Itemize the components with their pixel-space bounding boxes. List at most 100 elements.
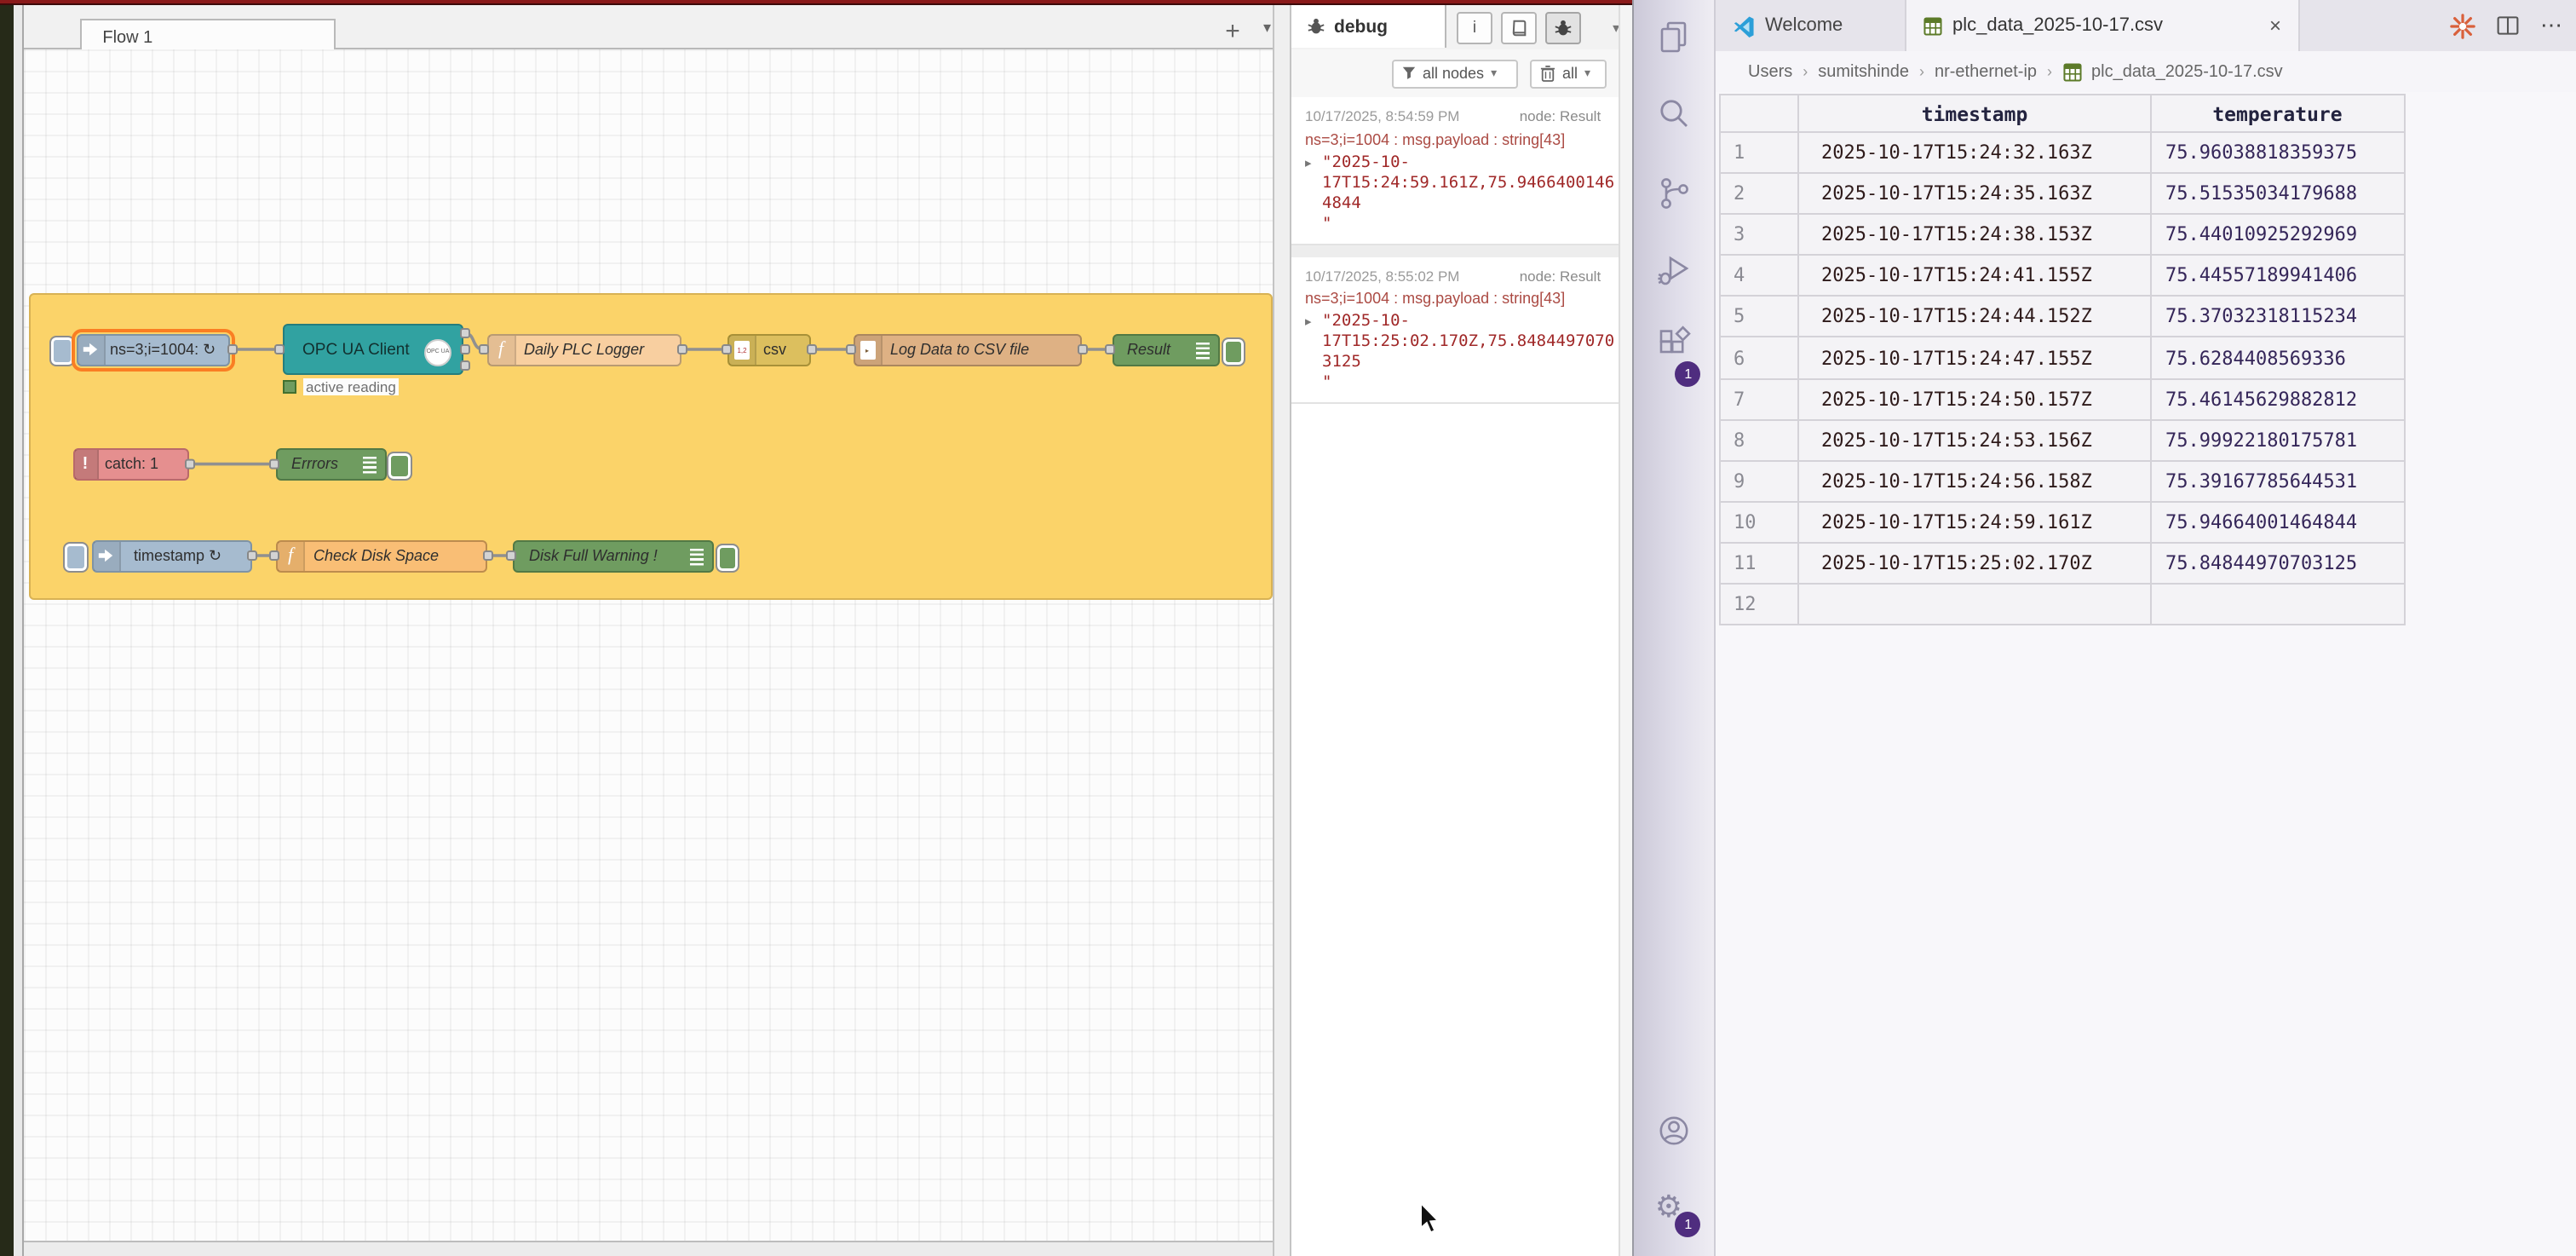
cell-timestamp[interactable]: 2025-10-17T15:24:44.152Z xyxy=(1799,297,2152,338)
filter-nodes-button[interactable]: all nodes ▾ xyxy=(1392,59,1518,88)
exclamation-icon: ! xyxy=(74,450,98,479)
breadcrumb-item[interactable]: nr-ethernet-ip xyxy=(1935,62,2037,81)
node-catch[interactable]: ! catch: 1 xyxy=(72,448,188,481)
cell-temperature[interactable]: 75.39167785644531 xyxy=(2152,462,2405,503)
cell-timestamp[interactable]: 2025-10-17T15:24:38.153Z xyxy=(1799,215,2152,256)
source-control-icon[interactable] xyxy=(1657,176,1693,211)
node-label: Log Data to CSV file xyxy=(890,335,1029,364)
cell-temperature[interactable]: 75.37032318115234 xyxy=(2152,297,2405,338)
debug-toolbar: all nodes ▾ all ▾ xyxy=(1291,49,1631,99)
add-flow-button[interactable]: + xyxy=(1216,15,1250,49)
flow-list-chevron-icon[interactable]: ▾ xyxy=(1263,19,1271,37)
row-number[interactable]: 2 xyxy=(1718,174,1799,215)
header-temperature[interactable]: temperature xyxy=(2152,94,2405,133)
cell-temperature[interactable]: 75.96038818359375 xyxy=(2152,133,2405,174)
breadcrumb-file[interactable]: plc_data_2025-10-17.csv xyxy=(2091,62,2283,81)
docs-button[interactable] xyxy=(1501,11,1537,43)
row-number[interactable]: 7 xyxy=(1718,379,1799,420)
row-number[interactable]: 3 xyxy=(1718,215,1799,256)
debug-toggle-button[interactable] xyxy=(387,452,411,481)
inject-button[interactable] xyxy=(63,541,89,572)
cell-timestamp[interactable]: 2025-10-17T15:24:35.163Z xyxy=(1799,174,2152,215)
breadcrumb-item[interactable]: sumitshinde xyxy=(1818,62,1909,81)
trash-icon xyxy=(1540,65,1555,82)
inject-button[interactable] xyxy=(49,335,75,366)
cell-temperature[interactable]: 75.44010925292969 xyxy=(2152,215,2405,256)
more-actions-icon[interactable]: ⋯ xyxy=(2540,12,2562,39)
cell-timestamp[interactable]: 2025-10-17T15:24:50.157Z xyxy=(1799,379,2152,420)
table-row: 12 xyxy=(1718,585,2405,625)
debug-toggle-button[interactable] xyxy=(1221,337,1245,366)
cell-temperature[interactable] xyxy=(2152,585,2405,625)
inject-arrow-icon xyxy=(93,541,120,570)
csv-file-icon: 1,2 xyxy=(729,335,756,364)
csv-table-icon xyxy=(2062,62,2081,81)
row-number[interactable]: 6 xyxy=(1718,338,1799,379)
tab-debug[interactable]: debug xyxy=(1291,5,1446,48)
tab-welcome[interactable]: Welcome xyxy=(1716,0,1906,51)
debug-scrollbar[interactable] xyxy=(1619,5,1632,1256)
debug-messages-button[interactable] xyxy=(1545,11,1581,43)
debug-message[interactable]: 10/17/2025, 8:54:59 PM node: Result ns=3… xyxy=(1291,97,1631,245)
node-debug-result[interactable]: Result xyxy=(1112,333,1220,366)
cell-timestamp[interactable]: 2025-10-17T15:24:53.156Z xyxy=(1799,420,2152,461)
cell-temperature[interactable]: 75.46145629882812 xyxy=(2152,379,2405,420)
cell-timestamp[interactable]: 2025-10-17T15:24:41.155Z xyxy=(1799,256,2152,297)
flow-horizontal-scrollbar[interactable] xyxy=(23,1241,1274,1256)
cell-temperature[interactable]: 75.94664001464844 xyxy=(2152,503,2405,544)
expand-caret-icon[interactable]: ▸ xyxy=(1305,154,1312,170)
cell-timestamp[interactable]: 2025-10-17T15:24:56.158Z xyxy=(1799,462,2152,503)
header-timestamp[interactable]: timestamp xyxy=(1799,94,2152,133)
clear-messages-button[interactable]: all ▾ xyxy=(1530,59,1607,88)
node-opcua-client[interactable]: OPC UA Client OPC UA xyxy=(282,324,463,375)
expand-caret-icon[interactable]: ▸ xyxy=(1305,314,1312,329)
tab-csv-file[interactable]: plc_data_2025-10-17.csv × xyxy=(1906,0,2300,51)
debug-message-list[interactable]: 10/17/2025, 8:54:59 PM node: Result ns=3… xyxy=(1291,97,1631,1256)
row-number[interactable]: 9 xyxy=(1718,462,1799,503)
cell-temperature[interactable]: 75.51535034179688 xyxy=(2152,174,2405,215)
row-number[interactable]: 12 xyxy=(1718,585,1799,625)
node-daily-plc-logger[interactable]: f Daily PLC Logger xyxy=(486,333,681,366)
node-log-to-csv-file[interactable]: ▸ Log Data to CSV file xyxy=(853,333,1081,366)
node-inject-timestamp[interactable]: timestamp ↻ xyxy=(91,539,251,572)
cell-temperature[interactable]: 75.44557189941406 xyxy=(2152,256,2405,297)
cell-timestamp[interactable] xyxy=(1799,585,2152,625)
flow-vertical-scrollbar[interactable] xyxy=(1274,5,1291,1256)
account-icon[interactable] xyxy=(1657,1113,1693,1149)
cell-temperature[interactable]: 75.6284408569336 xyxy=(2152,338,2405,379)
cell-temperature[interactable]: 75.84844970703125 xyxy=(2152,544,2405,585)
row-number[interactable]: 10 xyxy=(1718,503,1799,544)
node-csv[interactable]: 1,2 csv xyxy=(727,333,810,366)
debug-message[interactable]: 10/17/2025, 8:55:02 PM node: Result ns=3… xyxy=(1291,245,1631,404)
debug-payload-string[interactable]: "2025-10-17T15:25:02.170Z,75.84844970703… xyxy=(1322,312,1619,394)
debug-payload-string[interactable]: "2025-10-17T15:24:59.161Z,75.94664001464… xyxy=(1322,153,1619,234)
search-icon[interactable] xyxy=(1657,95,1693,131)
run-debug-icon[interactable] xyxy=(1657,252,1693,288)
row-number[interactable]: 1 xyxy=(1718,133,1799,174)
node-inject-opcua[interactable]: ns=3;i=1004: ↻ xyxy=(76,333,230,366)
node-check-disk-space[interactable]: f Check Disk Space xyxy=(276,539,486,572)
row-number[interactable]: 5 xyxy=(1718,297,1799,338)
status-text: active reading xyxy=(302,377,400,395)
row-number[interactable]: 11 xyxy=(1718,544,1799,585)
explorer-icon[interactable] xyxy=(1657,19,1693,55)
breadcrumb-item[interactable]: Users xyxy=(1748,62,1792,81)
flow-canvas[interactable] xyxy=(23,49,1274,1241)
info-button[interactable]: i xyxy=(1457,11,1492,43)
split-editor-icon[interactable] xyxy=(2496,14,2520,37)
cell-timestamp[interactable]: 2025-10-17T15:25:02.170Z xyxy=(1799,544,2152,585)
cell-timestamp[interactable]: 2025-10-17T15:24:47.155Z xyxy=(1799,338,2152,379)
cell-timestamp[interactable]: 2025-10-17T15:24:59.161Z xyxy=(1799,503,2152,544)
cell-timestamp[interactable]: 2025-10-17T15:24:32.163Z xyxy=(1799,133,2152,174)
row-number[interactable]: 8 xyxy=(1718,420,1799,461)
table-row: 2 2025-10-17T15:24:35.163Z 75.5153503417… xyxy=(1718,174,2405,215)
cell-temperature[interactable]: 75.99922180175781 xyxy=(2152,420,2405,461)
node-debug-errors[interactable]: Errrors xyxy=(276,448,386,481)
bug-icon xyxy=(1554,18,1573,37)
close-icon[interactable]: × xyxy=(2269,14,2281,37)
node-debug-disk-warning[interactable]: Disk Full Warning ! xyxy=(512,539,714,572)
extensions-icon[interactable] xyxy=(1657,326,1693,361)
debug-toggle-button[interactable] xyxy=(715,543,739,572)
extension-starburst-icon[interactable] xyxy=(2450,13,2475,38)
row-number[interactable]: 4 xyxy=(1718,256,1799,297)
